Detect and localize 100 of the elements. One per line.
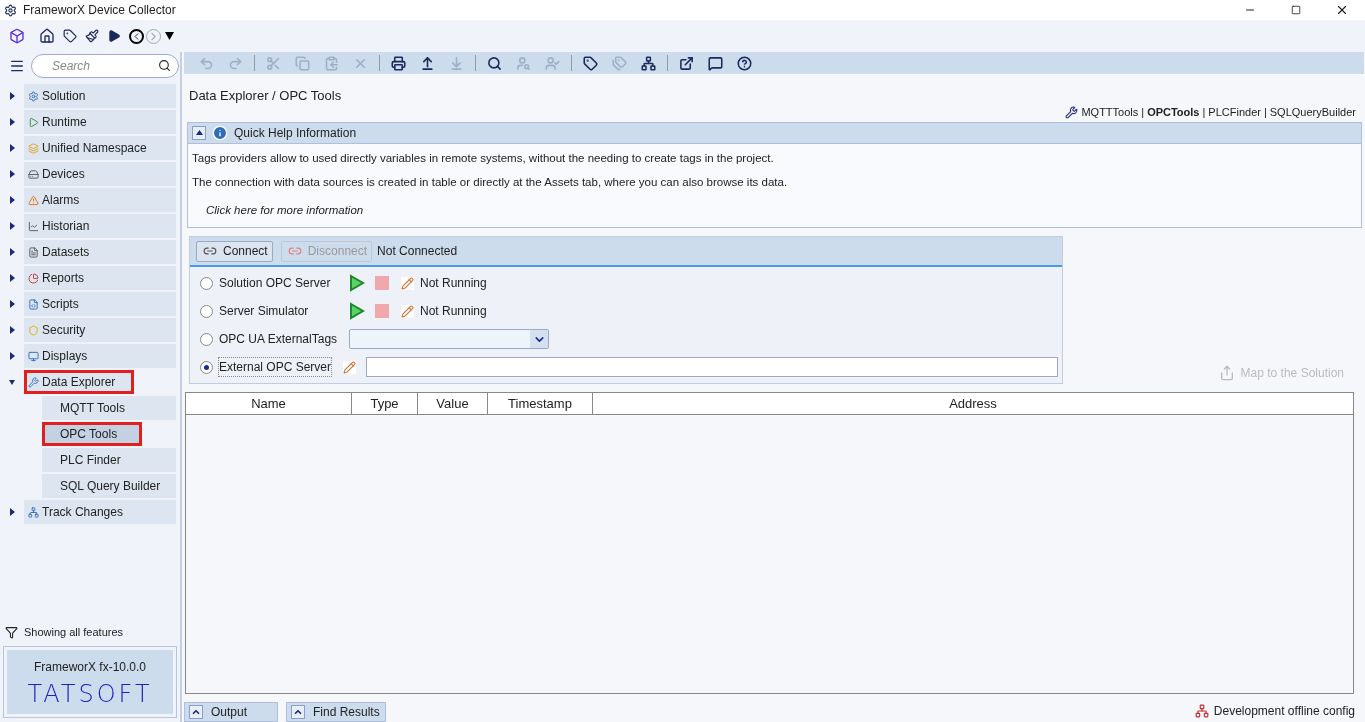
column-header[interactable]: Address (593, 393, 1353, 415)
tree-item[interactable]: Runtime (24, 110, 176, 134)
edit-icon[interactable] (401, 276, 414, 290)
radio-button[interactable] (200, 360, 213, 374)
collapsed-caret-icon[interactable] (8, 326, 16, 334)
tree-item[interactable]: Scripts (24, 292, 176, 316)
tree-item[interactable]: Historian (24, 214, 176, 238)
tree-item[interactable]: Datasets (24, 240, 176, 264)
tree-item[interactable]: Unified Namespace (24, 136, 176, 160)
collapsed-caret-icon[interactable] (8, 508, 16, 516)
collapse-button[interactable] (192, 125, 206, 140)
collapsed-caret-icon[interactable] (8, 274, 16, 282)
tree-item[interactable]: SQL Query Builder (42, 474, 176, 498)
copy-icon (295, 55, 310, 71)
tree-item[interactable]: Devices (24, 162, 176, 186)
collapsed-caret-icon[interactable] (8, 352, 16, 360)
document-icon (28, 246, 39, 258)
monitor-icon (28, 350, 39, 362)
start-icon[interactable] (349, 302, 365, 321)
section-title: Quick Help Information (234, 124, 357, 142)
home-icon[interactable] (39, 28, 55, 44)
link-separator: | (1202, 105, 1206, 121)
download-icon (449, 55, 464, 71)
tree-item[interactable]: Alarms (24, 188, 176, 212)
column-header[interactable]: Name (186, 393, 352, 415)
hierarchy-icon (641, 55, 656, 71)
run-icon[interactable] (107, 29, 121, 43)
network-icon (1194, 704, 1209, 718)
tag-icon[interactable] (63, 29, 77, 43)
column-header[interactable]: Timestamp (488, 393, 593, 415)
tree-item[interactable]: OPC Tools (42, 422, 142, 446)
back-icon[interactable] (129, 28, 144, 44)
restore-icon (1291, 5, 1301, 15)
user-search-icon (516, 55, 531, 71)
tree-item[interactable]: Solution (24, 84, 176, 108)
edit-icon[interactable] (343, 360, 357, 374)
connect-button[interactable]: Connect (196, 240, 273, 262)
network-icon (28, 506, 39, 518)
panel-tab[interactable]: Find Results (286, 702, 386, 722)
brush-icon[interactable] (85, 29, 99, 43)
version-label: FrameworX fx-10.0.0 (33, 659, 146, 676)
collapsed-caret-icon[interactable] (8, 170, 16, 178)
start-icon[interactable] (349, 274, 365, 293)
external-link-icon (679, 55, 694, 71)
comment-icon (708, 55, 723, 71)
cut-icon (266, 55, 281, 71)
tool-link[interactable]: OPCTools (1147, 104, 1200, 121)
window-title: FrameworX Device Collector (23, 2, 176, 19)
radio-button[interactable] (200, 304, 213, 318)
company-logo: TATSOFT (27, 682, 153, 706)
collapsed-caret-icon[interactable] (8, 196, 16, 204)
warning-icon (28, 194, 39, 206)
search-field[interactable]: Search (31, 54, 179, 78)
pie-chart-icon (28, 272, 39, 284)
tree-item[interactable]: Data Explorer (24, 370, 134, 394)
search-icon[interactable] (158, 59, 171, 72)
tree-item[interactable]: PLC Finder (42, 448, 176, 472)
collapsed-caret-icon[interactable] (8, 144, 16, 152)
server-address-field[interactable] (366, 357, 1058, 378)
collapsed-caret-icon[interactable] (8, 248, 16, 256)
panel-tab[interactable]: Output (184, 702, 278, 722)
play-icon (28, 116, 39, 128)
option-label: Server Simulator (219, 303, 310, 321)
link-separator: | (1263, 105, 1267, 121)
page-title: Data Explorer / OPC Tools (188, 87, 343, 105)
dropdown-icon[interactable] (165, 32, 174, 40)
gear-icon (28, 90, 39, 102)
help-icon (737, 55, 752, 71)
tree-item[interactable]: Track Changes (24, 500, 176, 524)
filter-icon[interactable] (5, 625, 18, 639)
tree-item[interactable]: Security (24, 318, 176, 342)
help-text: Tags providers allow to used directly variables in remote systems, without the needing to create tags in the project. (192, 150, 775, 166)
cube-icon[interactable] (9, 28, 25, 44)
edit-icon[interactable] (401, 304, 414, 318)
collapsed-caret-icon[interactable] (8, 118, 16, 126)
column-header[interactable]: Value (418, 393, 488, 415)
tree-item[interactable]: MQTT Tools (42, 396, 176, 420)
expanded-caret-icon[interactable] (8, 378, 16, 386)
collapsed-caret-icon[interactable] (8, 222, 16, 230)
column-header[interactable]: Type (352, 393, 418, 415)
info-icon (212, 124, 228, 141)
paste-icon (324, 55, 339, 71)
radio-button[interactable] (200, 332, 213, 346)
collapsed-caret-icon[interactable] (8, 92, 16, 100)
tags-icon (612, 55, 627, 71)
tree-item[interactable]: Displays (24, 344, 176, 368)
chart-icon (28, 220, 39, 232)
wrench-icon (28, 376, 39, 388)
link-separator: | (1141, 105, 1145, 121)
redo-icon (228, 55, 243, 71)
expand-icon (189, 705, 203, 719)
tag-icon (583, 55, 598, 71)
menu-icon[interactable] (9, 58, 25, 74)
tool-link[interactable]: SQLQueryBuilder (1269, 104, 1356, 121)
tool-link[interactable]: PLCFinder (1208, 104, 1261, 121)
tool-link[interactable]: MQTTTools (1081, 104, 1139, 121)
tree-item[interactable]: Reports (24, 266, 176, 290)
help-link[interactable]: Click here for more information (192, 198, 1357, 220)
collapsed-caret-icon[interactable] (8, 300, 16, 308)
radio-button[interactable] (200, 276, 213, 290)
